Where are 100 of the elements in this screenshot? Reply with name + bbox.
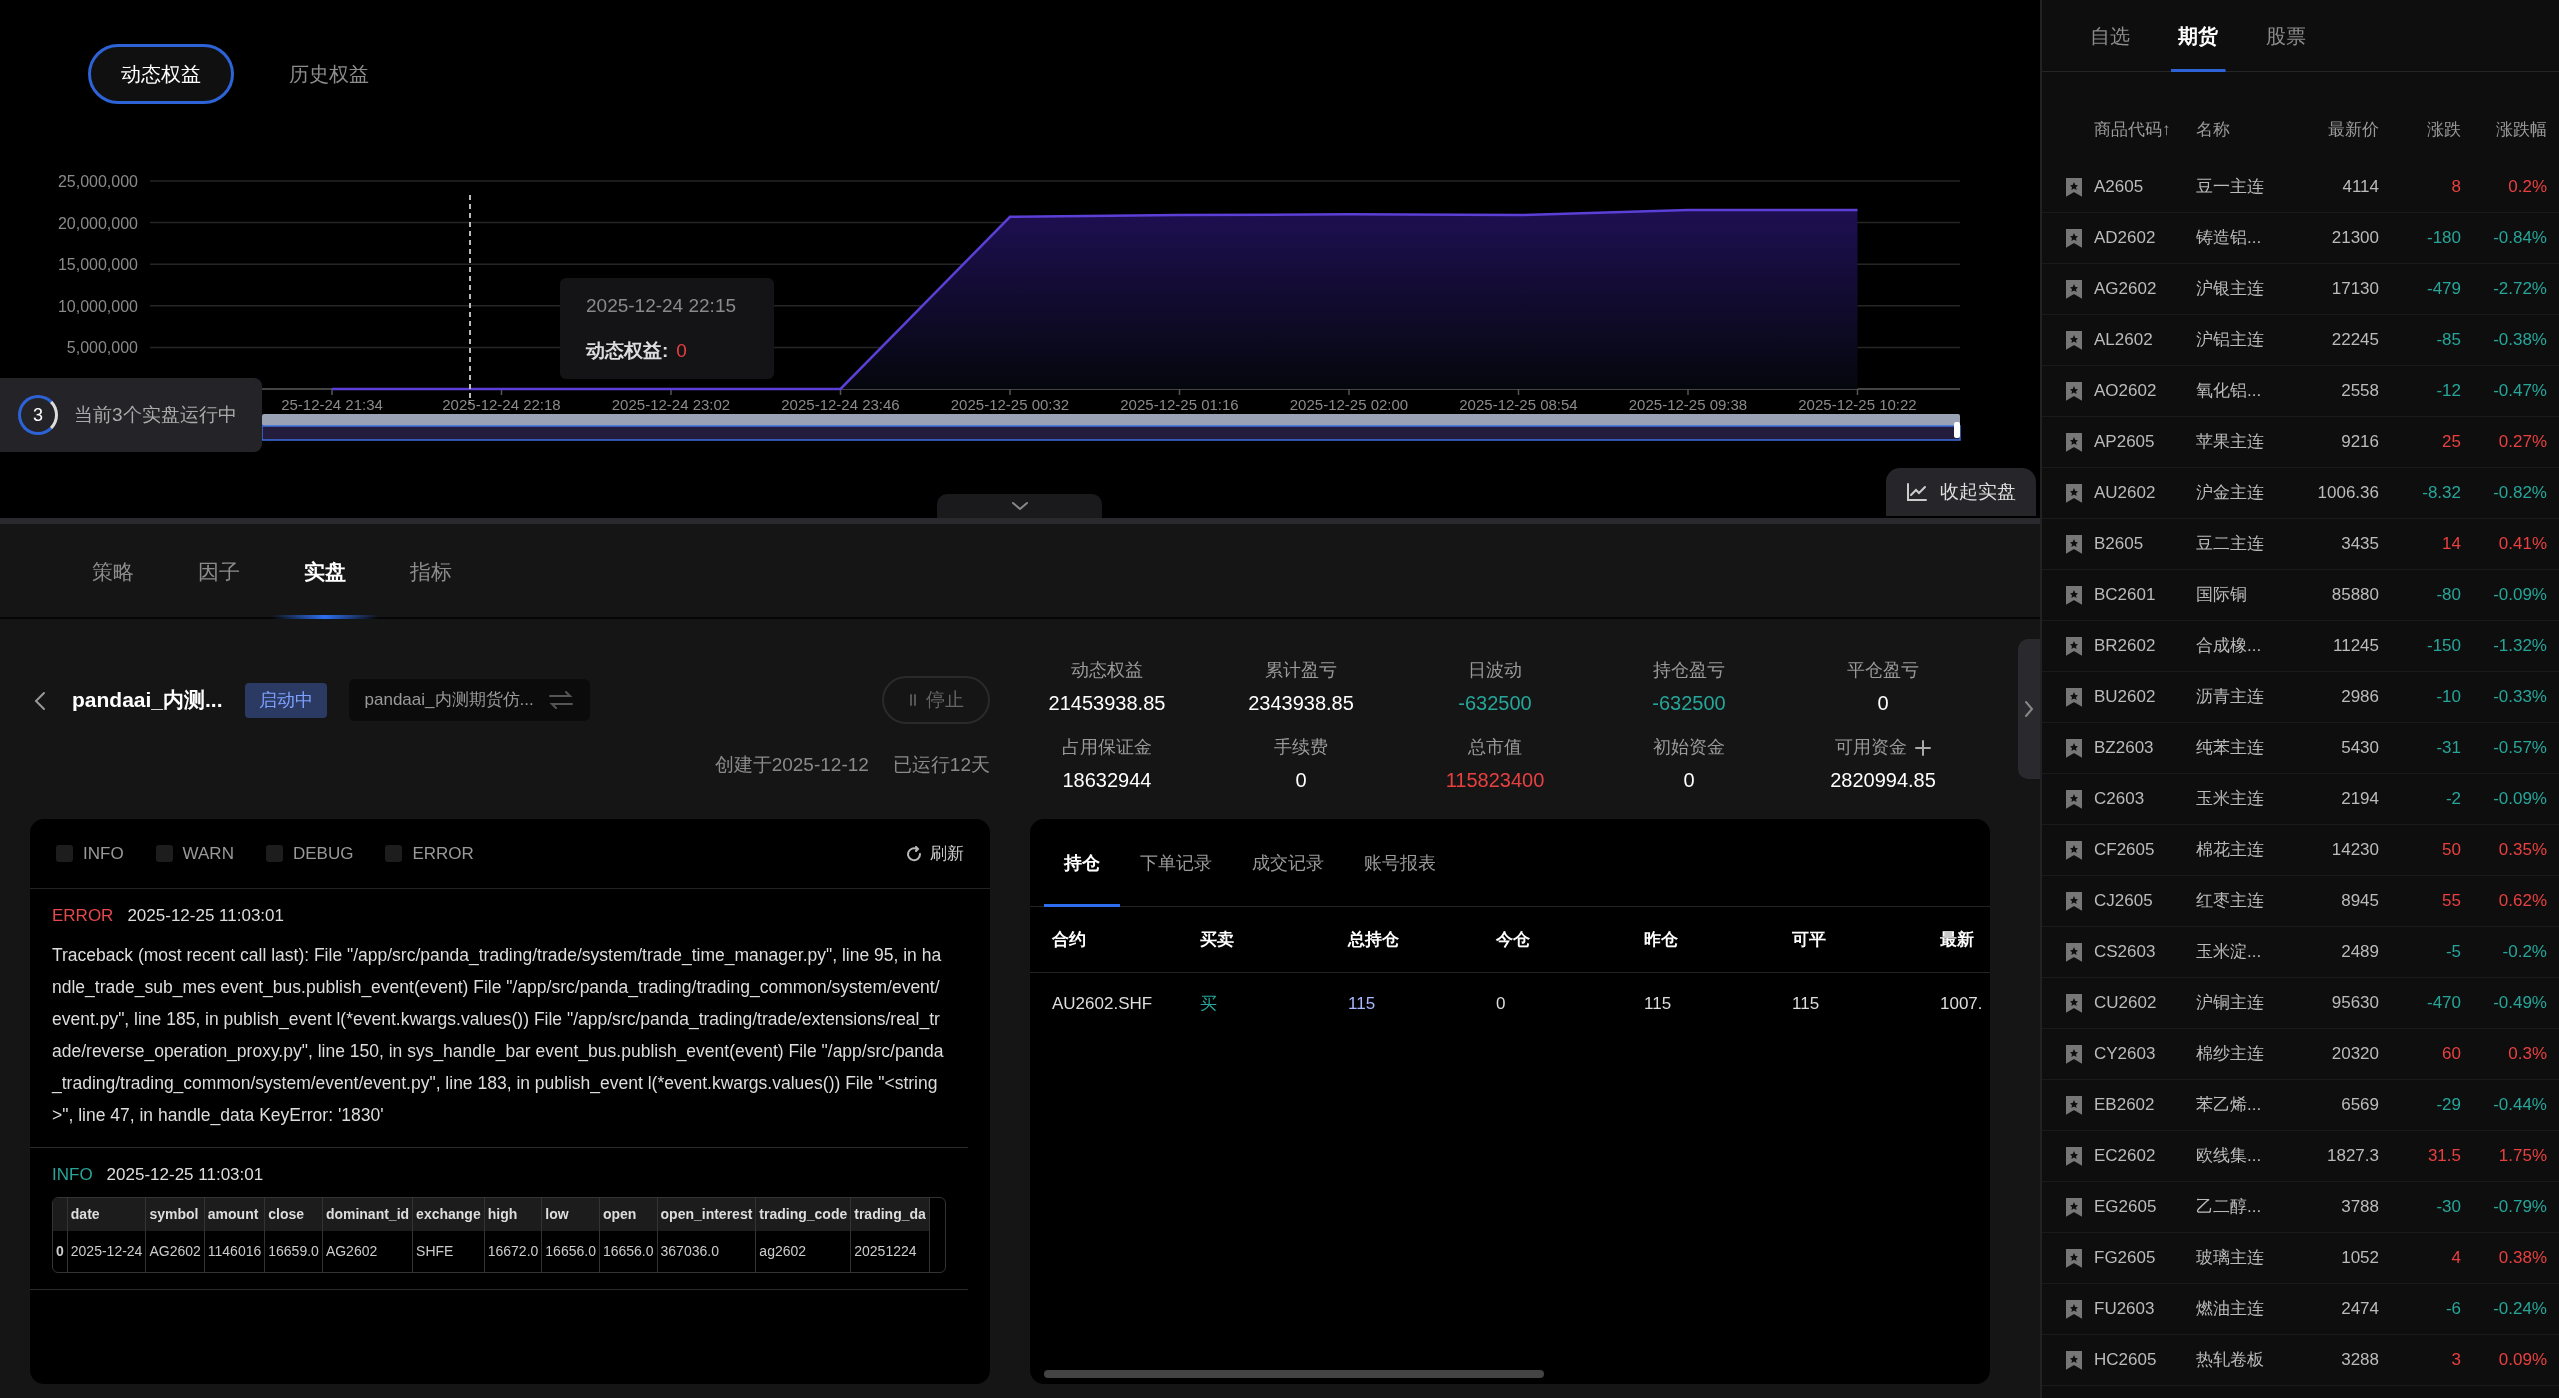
market-row[interactable]: AL2602 沪铝主连 22245 -85 -0.38% xyxy=(2042,315,2559,366)
market-row[interactable]: FU2603 燃油主连 2474 -6 -0.24% xyxy=(2042,1284,2559,1335)
market-tab[interactable]: 股票 xyxy=(2242,0,2330,72)
last-price: 21300 xyxy=(2330,227,2379,250)
market-row[interactable]: AG2602 沪银主连 17130 -479 -2.72% xyxy=(2042,264,2559,315)
column-header: 总持仓 xyxy=(1348,928,1400,951)
table-cell: SHFE xyxy=(412,1231,485,1272)
checkbox[interactable] xyxy=(265,845,283,862)
table-cell-text: 0 xyxy=(1496,993,1507,1016)
refresh-button[interactable]: 刷新 xyxy=(906,840,964,867)
contract-code: EB2602 xyxy=(2094,1094,2156,1117)
bookmark-star-icon xyxy=(2064,330,2084,350)
market-row[interactable]: C2603 玉米主连 2194 -2 -0.09% xyxy=(2042,774,2559,825)
stat-label: 可用资金 xyxy=(1835,736,1907,759)
log-filter[interactable]: DEBUG xyxy=(265,840,354,867)
expand-handle[interactable] xyxy=(2018,639,2040,779)
chart-toggle[interactable]: 历史权益 xyxy=(256,44,402,104)
checkbox[interactable] xyxy=(155,845,173,862)
market-row[interactable]: EC2602 欧线集... 1827.3 31.5 1.75% xyxy=(2042,1131,2559,1182)
market-row[interactable]: CU2602 沪铜主连 95630 -470 -0.49% xyxy=(2042,978,2559,1029)
collapse-button[interactable]: 收起实盘 xyxy=(1886,467,2036,516)
change-percent: -1.32% xyxy=(2492,635,2547,658)
change-percent: 0.62% xyxy=(2497,890,2547,913)
market-row[interactable]: BR2602 合成橡... 11245 -150 -1.32% xyxy=(2042,621,2559,672)
filter-label: WARN xyxy=(182,842,234,865)
axis-label: 5,000,000 xyxy=(66,339,138,357)
stat-label: 动态权益 xyxy=(1071,659,1143,682)
table-cell-text: 买 xyxy=(1200,993,1218,1016)
record-tab[interactable]: 成交记录 xyxy=(1232,819,1344,907)
column-header: low xyxy=(541,1198,600,1231)
account-selector[interactable]: pandaai_内测期货仿... xyxy=(348,679,590,721)
last-price: 17130 xyxy=(2330,278,2379,301)
axis-label: 25-12-24 21:34 xyxy=(281,396,383,413)
checkbox[interactable] xyxy=(56,845,73,862)
table-cell: 16672.0 xyxy=(484,1231,542,1272)
price-change: -5 xyxy=(2444,941,2461,964)
checkbox[interactable] xyxy=(385,845,403,862)
market-row[interactable]: CY2603 棉纱主连 20320 60 0.3% xyxy=(2042,1029,2559,1080)
column-header: dominant_id xyxy=(322,1198,413,1231)
running-badge[interactable]: 3 当前3个实盘运行中 xyxy=(0,378,262,452)
bookmark-star-icon xyxy=(2064,381,2084,401)
market-row[interactable]: A2605 豆一主连 4114 8 0.2% xyxy=(2042,162,2559,213)
section-tab[interactable]: 指标 xyxy=(378,524,484,619)
market-row[interactable]: BC2601 国际铜 85880 -80 -0.09% xyxy=(2042,570,2559,621)
chart-toggle[interactable]: 动态权益 xyxy=(88,44,234,104)
market-tab[interactable]: 自选 xyxy=(2066,0,2154,72)
axis-label: 20,000,000 xyxy=(57,214,138,232)
bookmark-star-icon xyxy=(2064,1095,2084,1115)
axis-label: 2025-12-24 23:02 xyxy=(611,396,731,413)
market-row[interactable]: AO2602 氧化铝... 2558 -12 -0.47% xyxy=(2042,366,2559,417)
column-header[interactable]: 商品代码↑ xyxy=(2094,117,2190,143)
table-cell-text: 115 xyxy=(1644,993,1673,1016)
record-tab[interactable]: 账号报表 xyxy=(1344,819,1456,907)
market-row[interactable]: CJ2605 红枣主连 8945 55 0.62% xyxy=(2042,876,2559,927)
log-filter[interactable]: INFO xyxy=(56,840,124,867)
contract-name: 苯乙烯... xyxy=(2196,1094,2263,1117)
column-header: trading_code xyxy=(755,1198,851,1231)
change-percent: 0.3% xyxy=(2507,1043,2547,1066)
contract-name: 豆一主连 xyxy=(2196,176,2265,199)
price-change: -150 xyxy=(2425,635,2461,658)
market-row[interactable]: CF2605 棉花主连 14230 50 0.35% xyxy=(2042,825,2559,876)
contract-name: 苹果主连 xyxy=(2196,431,2265,454)
market-row[interactable]: CS2603 玉米淀... 2489 -5 -0.2% xyxy=(2042,927,2559,978)
price-change: -29 xyxy=(2435,1094,2461,1117)
market-row[interactable]: EG2605 乙二醇... 3788 -30 -0.79% xyxy=(2042,1182,2559,1233)
last-price: 22245 xyxy=(2330,329,2379,352)
market-row[interactable]: FG2605 玻璃主连 1052 4 0.38% xyxy=(2042,1233,2559,1284)
market-row[interactable]: AD2602 铸造铝... 21300 -180 -0.84% xyxy=(2042,213,2559,264)
price-change: 55 xyxy=(2441,890,2461,913)
contract-name: 沪铜主连 xyxy=(2196,992,2265,1015)
market-row[interactable]: BU2602 沥青主连 2986 -10 -0.33% xyxy=(2042,672,2559,723)
table-cell: 20251224 xyxy=(850,1231,930,1272)
market-row[interactable]: EB2602 苯乙烯... 6569 -29 -0.44% xyxy=(2042,1080,2559,1131)
market-row[interactable]: AP2605 苹果主连 9216 25 0.27% xyxy=(2042,417,2559,468)
axis-label: 2025-12-25 08:54 xyxy=(1459,396,1578,413)
change-percent: 0.27% xyxy=(2497,431,2547,454)
last-price: 11245 xyxy=(2332,635,2379,658)
market-row[interactable]: BZ2603 纯苯主连 5430 -31 -0.57% xyxy=(2042,723,2559,774)
bookmark-star-icon xyxy=(2064,177,2084,197)
bookmark-star-icon xyxy=(2064,636,2084,656)
price-change: -80 xyxy=(2435,584,2461,607)
contract-name: 乙二醇... xyxy=(2196,1196,2263,1219)
horizontal-scrollbar[interactable] xyxy=(1044,1370,1544,1378)
record-tab[interactable]: 下单记录 xyxy=(1120,819,1232,907)
contract-code: AG2602 xyxy=(2094,278,2158,301)
expand-tab[interactable] xyxy=(937,494,1102,518)
market-row[interactable]: B2605 豆二主连 3435 14 0.41% xyxy=(2042,519,2559,570)
last-price: 3288 xyxy=(2340,1349,2379,1372)
chevron-down-icon xyxy=(1010,501,1029,511)
column-header: date xyxy=(67,1198,146,1231)
log-filter[interactable]: ERROR xyxy=(385,840,474,867)
section-tab[interactable]: 因子 xyxy=(166,524,272,619)
market-row[interactable]: HC2605 热轧卷板 3288 3 0.09% xyxy=(2042,1335,2559,1386)
section-tab[interactable]: 策略 xyxy=(60,524,166,619)
stat-label: 日波动 xyxy=(1468,659,1522,682)
column-header: open xyxy=(599,1198,658,1231)
market-row[interactable]: AU2602 沪金主连 1006.36 -8.32 -0.82% xyxy=(2042,468,2559,519)
log-filter[interactable]: WARN xyxy=(155,840,234,867)
log-time: 2025-12-25 11:03:01 xyxy=(106,1163,264,1186)
last-price: 4114 xyxy=(2341,176,2379,199)
